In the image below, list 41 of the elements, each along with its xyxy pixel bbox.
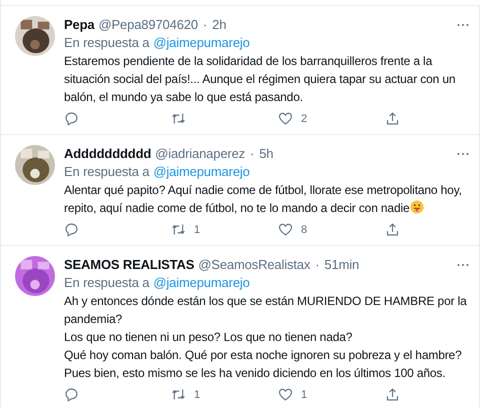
tweet-text: Alentar qué papito? Aquí nadie come de fútbol, llorate ese metropolitano hoy, repito, aquí nadie come de fútbol, no te lo mando a decir con nadie — [64, 182, 463, 217]
share-icon[interactable] — [385, 111, 400, 126]
like-count: 8 — [301, 224, 307, 236]
reply-icon[interactable] — [64, 111, 79, 126]
reply-icon[interactable] — [64, 222, 79, 237]
separator-dot: · — [315, 256, 320, 274]
more-icon[interactable] — [457, 152, 469, 156]
reply-icon[interactable] — [64, 387, 79, 402]
heart-icon[interactable] — [278, 111, 293, 126]
tweet-time[interactable]: 2h — [212, 16, 226, 34]
heart-icon[interactable] — [278, 222, 293, 237]
retweet-icon[interactable] — [171, 222, 186, 237]
retweet-icon[interactable] — [171, 111, 186, 126]
user-name[interactable]: Adddddddddd — [64, 145, 152, 163]
like-count: 2 — [301, 112, 307, 124]
user-handle[interactable]: @SeamosRealistax — [198, 256, 310, 274]
reply-label: En respuesta a — [64, 163, 150, 181]
retweet-count: 1 — [194, 224, 200, 236]
retweet-count: 1 — [194, 388, 200, 400]
user-handle[interactable]: @Pepa89704620 — [98, 16, 198, 34]
like-count: 1 — [301, 388, 307, 400]
tweet-time[interactable]: 5h — [259, 145, 274, 163]
heart-icon[interactable] — [278, 387, 293, 402]
user-name[interactable]: Pepa — [64, 16, 94, 34]
more-icon[interactable] — [457, 263, 469, 267]
mention-link[interactable]: @jaimepumarejo — [153, 163, 250, 181]
reply-label: En respuesta a — [64, 34, 150, 52]
tweet-time[interactable]: 51min — [324, 256, 360, 274]
more-icon[interactable] — [457, 23, 469, 27]
tweet-text: Ah y entonces dónde están los que se están MURIENDO DE HAMBRE por la pandemia? Los que no tienen ni un peso? Los que no tienen nada? Qué hoy coman balón. Qué por esta noche ignoren su pobreza y el hambre? Pues bien, esto mismo se les ha venido diciendo en los últimos 100 años. — [64, 293, 468, 382]
reply-label: En respuesta a — [64, 274, 150, 292]
user-name[interactable]: SEAMOS REALISTAS — [64, 256, 194, 274]
user-handle[interactable]: @iadrianaperez — [155, 145, 246, 163]
mention-link[interactable]: @jaimepumarejo — [153, 274, 250, 292]
separator-dot: · — [202, 16, 208, 34]
share-icon[interactable] — [385, 387, 400, 402]
mention-link[interactable]: @jaimepumarejo — [153, 34, 250, 52]
separator-dot: · — [250, 145, 254, 163]
retweet-icon[interactable] — [171, 387, 186, 402]
tweet-text: Estaremos pendiente de la solidaridad de los barranquilleros frente a la situación social del país!... Aunque el régimen quiera tapar su actuar con un balón, el mundo ya sabe lo que está pasando. — [64, 53, 456, 106]
share-icon[interactable] — [385, 222, 400, 237]
